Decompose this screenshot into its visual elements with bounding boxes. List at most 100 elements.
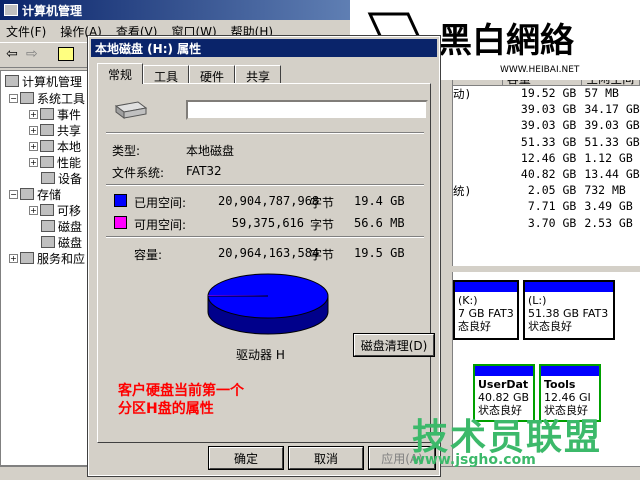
volume-list-cell-status	[453, 167, 503, 183]
back-arrow-icon[interactable]: ⇦	[6, 46, 18, 62]
drive-icon	[114, 101, 148, 119]
capacity-bytes: 20,964,163,584	[218, 246, 320, 260]
volume-list-cell-capacity: 39.03 GB	[520, 118, 577, 133]
volume-list-cell-status	[453, 151, 503, 167]
menu-file[interactable]: 文件(F)	[6, 23, 46, 40]
volume-list-cell-status	[453, 216, 503, 232]
volume-list-cell-free: 13.44 GB	[584, 166, 640, 181]
filesystem-label: 文件系统:	[112, 166, 165, 180]
dialog-title-bar[interactable]: 本地磁盘 (H:) 属性	[91, 39, 437, 57]
capacity-unit: 字节	[310, 248, 335, 262]
tree-item-shared-folders[interactable]: + 共享	[29, 122, 81, 138]
volume-list-cell-free: 51.33 GB	[584, 134, 640, 149]
expand-icon[interactable]: +	[9, 253, 18, 263]
annotation-line-1: 客户硬盘当前第一个	[118, 383, 244, 399]
volume-list-cell-status	[453, 118, 503, 134]
removable-icon	[40, 204, 54, 216]
volume-list-cell-capacity: 2.05 GB	[527, 183, 577, 198]
tree-item-local-users[interactable]: + 本地	[29, 138, 81, 154]
type-label: 类型:	[112, 144, 141, 158]
volume-k[interactable]: (K:) 7 GB FAT3 态良好	[453, 280, 519, 340]
volume-list-cell-status	[453, 102, 503, 118]
disk-icon	[41, 236, 55, 248]
storage-icon	[20, 188, 34, 200]
collapse-icon[interactable]: −	[9, 189, 18, 199]
tree-item-system-tools[interactable]: − 系统工具	[9, 90, 85, 106]
free-space-unit: 字节	[310, 218, 335, 232]
volume-list-row[interactable]: 40.82 GB 13.44 GB	[453, 167, 640, 183]
volume-list-row[interactable]: 统) 2.05 GB 732 MB	[453, 183, 640, 199]
volume-list-row[interactable]: 3.70 GB 2.53 GB	[453, 216, 640, 232]
used-space-size: 19.4 GB	[354, 194, 405, 208]
volume-list-cell-status: 动)	[453, 87, 472, 101]
volume-list-cell-status	[453, 135, 503, 151]
general-panel: 类型: 本地磁盘 文件系统: FAT32 已用空间: 20,904,787,96…	[97, 83, 435, 443]
volume-list-cell-capacity: 3.70 GB	[527, 215, 577, 230]
volume-list-row[interactable]: 51.33 GB 51.33 GB	[453, 135, 640, 151]
tree-item-storage[interactable]: − 存储	[9, 186, 61, 202]
tree-item-event-viewer[interactable]: + 事件	[29, 106, 81, 122]
used-space-bytes: 20,904,787,968	[218, 194, 320, 208]
users-icon	[40, 140, 54, 152]
console-tree: 计算机管理 − 系统工具 + 事件 + 共享 + 本地 + 性能 设备 − 存储 + 可移 磁…	[0, 70, 92, 466]
volume-list-cell-capacity: 40.82 GB	[520, 166, 577, 181]
site-watermark-url: www.jsgho.com	[412, 452, 536, 468]
collapse-icon[interactable]: −	[9, 93, 18, 103]
annotation-line-2: 分区H盘的属性	[118, 401, 214, 417]
tree-item-removable-storage[interactable]: + 可移	[29, 202, 81, 218]
up-folder-icon[interactable]	[58, 47, 74, 61]
type-value: 本地磁盘	[186, 144, 235, 158]
volume-list-cell-capacity: 51.33 GB	[520, 134, 577, 149]
tree-item-performance[interactable]: + 性能	[29, 154, 81, 170]
tree-item-disk-defragmenter[interactable]: 磁盘	[41, 218, 82, 234]
tree-item-services-apps[interactable]: + 服务和应	[9, 250, 85, 266]
volume-list-cell-free: 57 MB	[584, 86, 619, 100]
cancel-button[interactable]: 取消	[288, 446, 364, 470]
ok-button[interactable]: 确定	[208, 446, 284, 470]
expand-icon[interactable]: +	[29, 205, 38, 215]
capacity-label: 容量:	[134, 248, 163, 262]
logo-text: 黑白網絡	[438, 21, 575, 61]
expand-icon[interactable]: +	[29, 157, 38, 167]
volume-list-row[interactable]: 12.46 GB 1.12 GB	[453, 151, 640, 167]
disk-cleanup-button[interactable]: 磁盘清理(D)	[353, 333, 435, 357]
defrag-icon	[41, 220, 55, 232]
tab-general[interactable]: 常规	[97, 63, 144, 84]
volume-list-cell-capacity: 12.46 GB	[520, 150, 577, 165]
separator	[106, 184, 424, 186]
volume-list-cell-free: 732 MB	[584, 183, 626, 198]
volume-l[interactable]: (L:) 51.38 GB FAT3 状态良好	[523, 280, 615, 340]
dialog-title: 本地磁盘 (H:) 属性	[95, 41, 202, 56]
free-space-swatch	[114, 216, 127, 229]
volume-list-cell-free: 39.03 GB	[584, 118, 640, 133]
capacity-size: 19.5 GB	[354, 246, 405, 260]
separator	[106, 236, 424, 238]
volume-list-row[interactable]: 39.03 GB 34.17 GB	[453, 102, 640, 118]
expand-icon[interactable]: +	[29, 109, 38, 119]
tree-item-computer-management[interactable]: 计算机管理	[5, 73, 82, 89]
tab-sharing[interactable]: 共享	[235, 65, 282, 84]
forward-arrow-icon[interactable]: ⇨	[26, 46, 38, 62]
volume-list-cell-capacity: 19.52 GB	[520, 86, 577, 100]
volume-list: 容量 空闲空间 动)19.52 GB57 MB39.03 GB34.17 GB3…	[452, 70, 640, 266]
volume-list-row[interactable]: 39.03 GB 39.03 GB	[453, 118, 640, 134]
free-space-size: 56.6 MB	[354, 216, 405, 230]
properties-dialog: 本地磁盘 (H:) 属性 常规 工具 硬件 共享 类型: 本地磁盘 文件系统: …	[87, 35, 441, 477]
volume-list-cell-free: 3.49 GB	[584, 199, 633, 214]
expand-icon[interactable]: +	[29, 125, 38, 135]
tab-tools[interactable]: 工具	[143, 65, 190, 84]
volume-label-input[interactable]	[186, 100, 428, 120]
volume-list-row[interactable]: 动) 19.52 GB 57 MB	[453, 86, 640, 102]
expand-icon[interactable]: +	[29, 141, 38, 151]
volume-list-cell-free: 2.53 GB	[584, 215, 633, 230]
tree-item-disk-management[interactable]: 磁盘	[41, 234, 82, 250]
tools-icon	[20, 92, 34, 104]
volume-list-cell-capacity: 7.71 GB	[527, 199, 577, 214]
volume-list-row[interactable]: 7.71 GB 3.49 GB	[453, 199, 640, 215]
main-window-title: 计算机管理	[22, 3, 83, 18]
tab-hardware[interactable]: 硬件	[189, 65, 236, 84]
volume-list-cell-free: 1.12 GB	[584, 150, 633, 165]
volume-list-cell-status	[453, 199, 503, 215]
computer-icon	[4, 4, 18, 16]
tree-item-device-manager[interactable]: 设备	[41, 170, 82, 186]
